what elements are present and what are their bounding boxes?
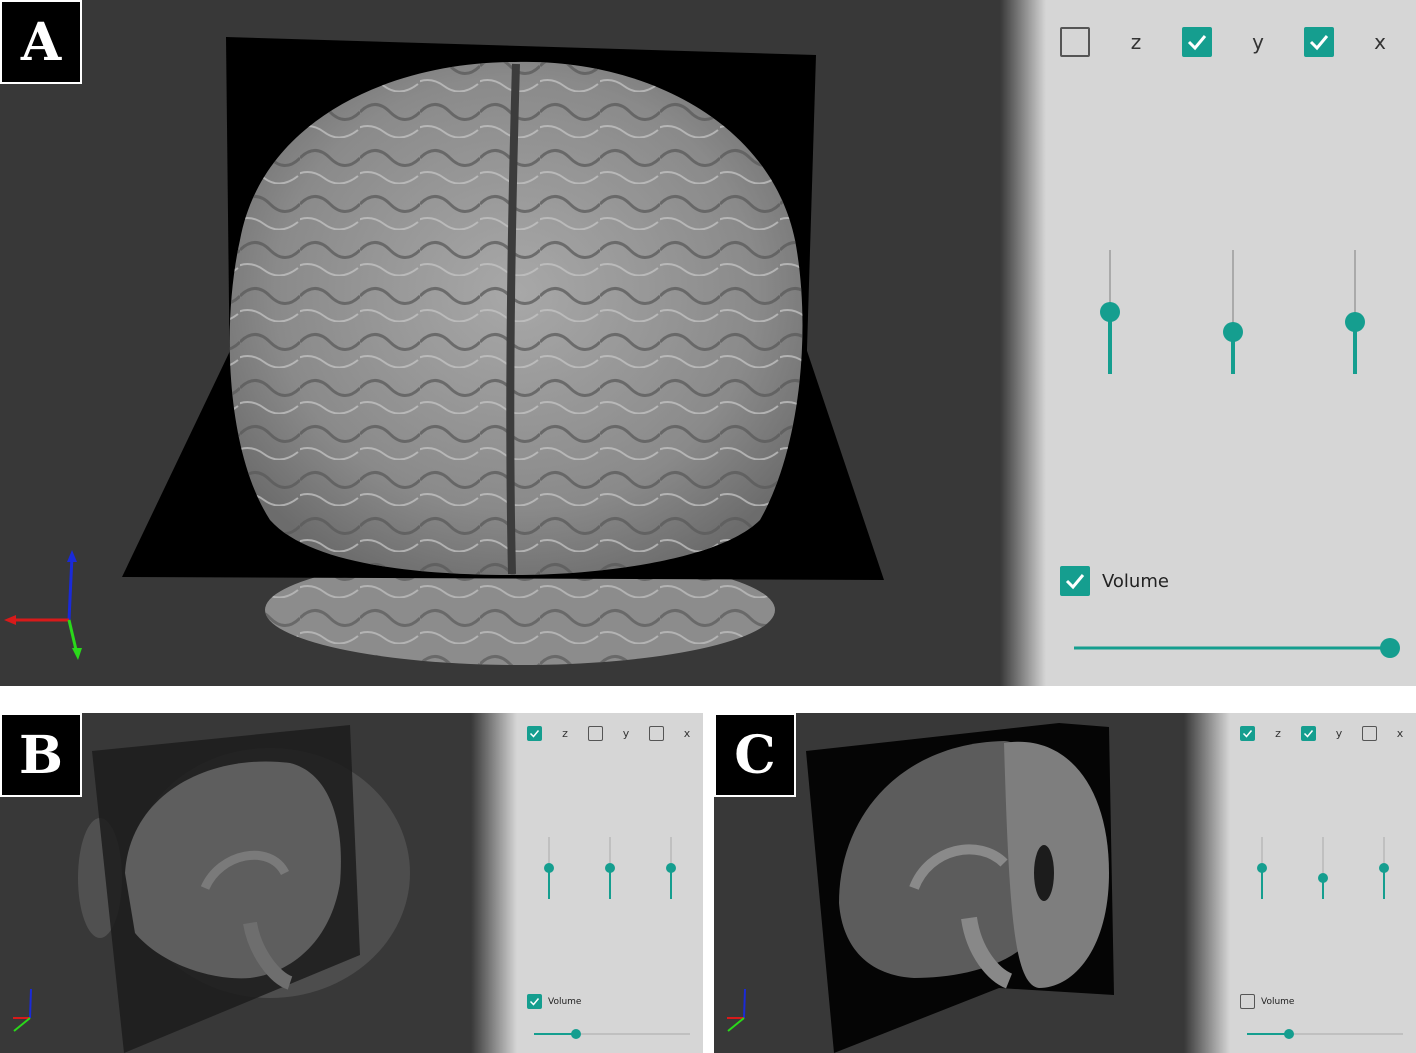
panel-c: C z y x Volume bbox=[714, 713, 1416, 1053]
check-icon bbox=[1303, 730, 1314, 738]
control-panel-c: z y x Volume bbox=[1184, 713, 1416, 1053]
axis-toggle-row-a: z y x bbox=[1060, 27, 1416, 57]
checkbox-z-a[interactable] bbox=[1060, 27, 1090, 57]
checkbox-y-c[interactable] bbox=[1301, 726, 1316, 741]
slider-knob[interactable] bbox=[605, 863, 615, 873]
volume-toggle-a[interactable]: Volume bbox=[1060, 566, 1169, 596]
check-icon bbox=[1309, 35, 1329, 51]
volume-toggle-b[interactable]: Volume bbox=[527, 994, 581, 1009]
slider-x-a[interactable] bbox=[1343, 250, 1367, 374]
axis-label-x-b: x bbox=[683, 727, 691, 740]
check-icon bbox=[1065, 574, 1085, 590]
panel-label-c: C bbox=[714, 713, 796, 797]
slider-y-c[interactable] bbox=[1317, 837, 1329, 899]
volume-slider-b[interactable] bbox=[534, 1028, 690, 1040]
slider-knob[interactable] bbox=[1345, 312, 1365, 332]
axis-toggle-row-b: z y x bbox=[527, 726, 703, 741]
slider-knob[interactable] bbox=[1318, 873, 1328, 883]
checkbox-volume-b[interactable] bbox=[527, 994, 542, 1009]
axis-label-x-a: x bbox=[1374, 30, 1386, 54]
slider-knob[interactable] bbox=[1223, 322, 1243, 342]
axis-label-y-a: y bbox=[1252, 30, 1264, 54]
slider-knob[interactable] bbox=[544, 863, 554, 873]
volume-slider-c[interactable] bbox=[1247, 1028, 1403, 1040]
slider-y-a[interactable] bbox=[1221, 250, 1245, 374]
axis-label-z-c: z bbox=[1275, 727, 1281, 740]
check-icon bbox=[529, 998, 540, 1006]
axis-label-y-c: y bbox=[1335, 727, 1343, 740]
axis-gizmo bbox=[4, 550, 82, 660]
slider-x-c[interactable] bbox=[1378, 837, 1390, 899]
slider-z-b[interactable] bbox=[543, 837, 555, 899]
slider-z-a[interactable] bbox=[1098, 250, 1122, 374]
axis-label-y-b: y bbox=[622, 727, 630, 740]
volume-toggle-c[interactable]: Volume bbox=[1240, 994, 1294, 1009]
axis-label-z-b: z bbox=[562, 727, 568, 740]
volume-label-c: Volume bbox=[1261, 996, 1295, 1007]
volume-label-a: Volume bbox=[1102, 570, 1169, 592]
panel-label-a: A bbox=[0, 0, 82, 84]
checkbox-z-b[interactable] bbox=[527, 726, 542, 741]
slider-y-b[interactable] bbox=[604, 837, 616, 899]
panel-a: A z y x Volume bbox=[0, 0, 1416, 686]
slider-knob[interactable] bbox=[1379, 863, 1389, 873]
volume-label-b: Volume bbox=[548, 996, 582, 1007]
panel-label-b: B bbox=[0, 713, 82, 797]
slider-knob[interactable] bbox=[1380, 638, 1400, 658]
axis-label-z-a: z bbox=[1130, 30, 1142, 54]
checkbox-z-c[interactable] bbox=[1240, 726, 1255, 741]
slider-knob[interactable] bbox=[1257, 863, 1267, 873]
axis-gizmo bbox=[13, 988, 32, 1032]
checkbox-x-a[interactable] bbox=[1304, 27, 1334, 57]
check-icon bbox=[1187, 35, 1207, 51]
axis-toggle-row-c: z y x bbox=[1240, 726, 1416, 741]
volume-slider-a[interactable] bbox=[1074, 636, 1400, 660]
slider-knob[interactable] bbox=[1284, 1029, 1294, 1039]
control-panel-b: z y x Volume bbox=[471, 713, 703, 1053]
checkbox-x-b[interactable] bbox=[649, 726, 664, 741]
slider-knob[interactable] bbox=[571, 1029, 581, 1039]
axis-gizmo bbox=[727, 988, 746, 1032]
axis-label-x-c: x bbox=[1396, 727, 1404, 740]
panel-b: B z y x Volume bbox=[0, 713, 703, 1053]
checkbox-y-a[interactable] bbox=[1182, 27, 1212, 57]
checkbox-y-b[interactable] bbox=[588, 726, 603, 741]
checkbox-volume-c[interactable] bbox=[1240, 994, 1255, 1009]
slider-x-b[interactable] bbox=[665, 837, 677, 899]
checkbox-volume-a[interactable] bbox=[1060, 566, 1090, 596]
slider-knob[interactable] bbox=[666, 863, 676, 873]
slider-z-c[interactable] bbox=[1256, 837, 1268, 899]
checkbox-x-c[interactable] bbox=[1362, 726, 1377, 741]
slider-knob[interactable] bbox=[1100, 302, 1120, 322]
check-icon bbox=[1242, 730, 1253, 738]
control-panel-a: z y x Volume bbox=[1000, 0, 1416, 686]
check-icon bbox=[529, 730, 540, 738]
